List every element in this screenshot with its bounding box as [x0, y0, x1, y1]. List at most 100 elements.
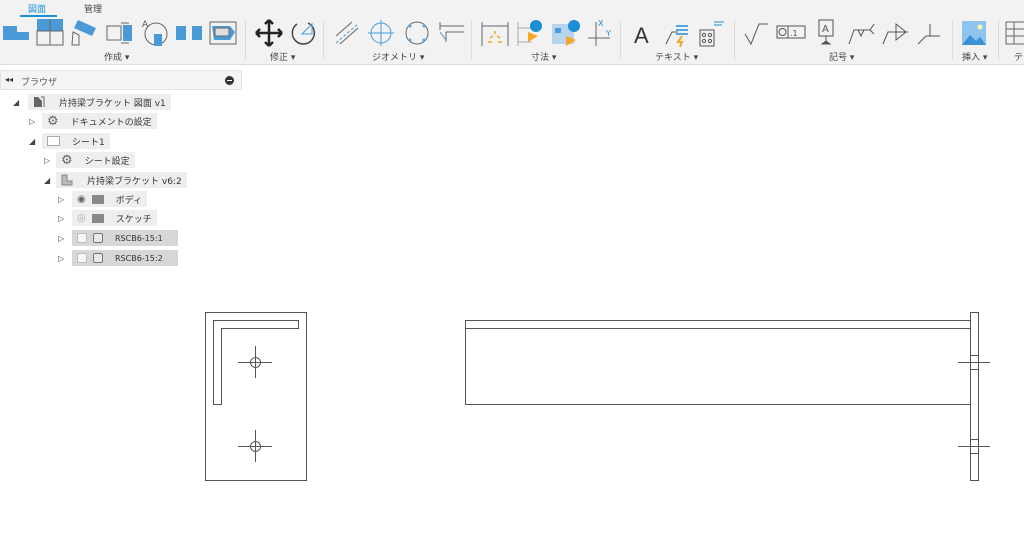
collapsed-triangle-icon[interactable]: ▷ — [58, 234, 64, 243]
separator — [998, 20, 999, 60]
feature-control-frame-icon[interactable]: .1 — [776, 18, 806, 48]
component-icon — [61, 174, 73, 186]
tree-item-body-2[interactable]: RSCB6-15:2 — [72, 250, 178, 266]
auxiliary-view-icon[interactable] — [70, 18, 100, 48]
active-tab-indicator — [20, 15, 57, 17]
tree-item-sheet1[interactable]: シート1 — [42, 133, 110, 149]
center-mark-icon[interactable] — [366, 18, 396, 48]
tree-item-label: 片持梁ブラケット 図面 v1 — [59, 98, 166, 109]
surface-texture-icon[interactable] — [742, 18, 772, 48]
centerline-icon[interactable] — [332, 18, 362, 48]
eye-icon[interactable]: ◉ — [77, 194, 86, 205]
group-dimension[interactable]: 寸法 ▾ — [531, 50, 556, 63]
break-view-icon[interactable] — [174, 18, 204, 48]
tree-item-label: 片持梁ブラケット v6:2 — [87, 176, 182, 187]
text-icon[interactable]: A — [628, 18, 658, 48]
visibility-checkbox[interactable] — [77, 233, 87, 243]
collapsed-triangle-icon[interactable]: ▷ — [58, 214, 64, 223]
visibility-checkbox[interactable] — [77, 253, 87, 263]
front-view — [465, 312, 990, 481]
dimension-icon[interactable] — [480, 18, 510, 48]
body-icon — [93, 253, 103, 263]
collapsed-triangle-icon[interactable]: ▷ — [44, 156, 50, 165]
end-plate — [970, 312, 979, 481]
collapsed-triangle-icon[interactable]: ▷ — [58, 254, 64, 263]
table-icon[interactable] — [1004, 18, 1024, 48]
bolt-hole-1 — [958, 355, 990, 370]
gear-icon: ⚙ — [47, 113, 59, 129]
group-geometry[interactable]: ジオメトリ ▾ — [372, 50, 424, 63]
tree-item-drawing[interactable]: 片持梁ブラケット 図面 v1 — [28, 94, 171, 110]
collapsed-triangle-icon[interactable]: ▷ — [29, 117, 35, 126]
tree-item-body-1[interactable]: RSCB6-15:1 — [72, 230, 178, 246]
edge-extension-icon[interactable] — [436, 18, 466, 48]
tree-item-sketches[interactable]: ◎ スケッチ — [72, 210, 157, 226]
drawing-icon — [34, 96, 45, 107]
plate-outline — [205, 312, 307, 481]
edge-symbol-icon[interactable] — [914, 18, 944, 48]
collapsed-triangle-icon[interactable]: ▷ — [58, 195, 64, 204]
separator — [323, 20, 324, 60]
tree-item-document-settings[interactable]: ⚙ ドキュメントの設定 — [42, 113, 157, 129]
tree-item-label: シート1 — [72, 137, 105, 148]
hole-center-mark-2 — [238, 430, 272, 462]
detail-view-icon[interactable]: A — [140, 18, 170, 48]
svg-text:A: A — [142, 20, 149, 30]
tree-item-component[interactable]: 片持梁ブラケット v6:2 — [56, 172, 187, 188]
welding-symbol-icon[interactable] — [846, 18, 876, 48]
group-table[interactable]: テ — [1014, 50, 1023, 63]
group-symbol[interactable]: 記号 ▾ — [829, 50, 854, 63]
tree-item-label: RSCB6-15:2 — [115, 253, 163, 263]
tree-item-bodies[interactable]: ◉ ボディ — [72, 191, 148, 207]
angle-section — [213, 320, 299, 405]
arrange-dimensions-icon[interactable] — [550, 18, 580, 48]
tree-item-sheet-settings[interactable]: ⚙ シート設定 — [56, 152, 135, 168]
group-modify[interactable]: 修正 ▾ — [270, 50, 295, 63]
rotate-icon[interactable] — [288, 18, 318, 48]
tab-manage[interactable]: 管理 — [84, 2, 102, 15]
svg-text:X: X — [598, 19, 604, 28]
minus-circle-icon[interactable] — [225, 76, 234, 85]
expand-triangle-icon[interactable]: ◢ — [13, 98, 19, 107]
hole-center-mark-1 — [238, 346, 272, 378]
double-chevron-left-icon[interactable]: ◂◂ — [5, 75, 13, 84]
svg-text:Y: Y — [605, 29, 611, 38]
projected-view-icon[interactable] — [36, 18, 66, 48]
ordinate-dimension-icon[interactable]: XY — [584, 18, 614, 48]
move-icon[interactable] — [254, 18, 284, 48]
body-icon — [93, 233, 103, 243]
base-view-icon[interactable] — [2, 18, 32, 48]
tab-drawing[interactable]: 図面 — [28, 2, 46, 15]
tree-item-label: ドキュメントの設定 — [70, 117, 152, 128]
leader-text-icon[interactable] — [662, 18, 692, 48]
taper-symbol-icon[interactable] — [880, 18, 910, 48]
folder-icon — [91, 213, 104, 223]
beam-outline — [465, 320, 971, 405]
separator — [471, 20, 472, 60]
group-insert[interactable]: 挿入 ▾ — [962, 50, 987, 63]
tree-item-label: RSCB6-15:1 — [115, 233, 163, 243]
datum-identifier-icon[interactable]: A — [812, 18, 842, 48]
sheet-icon — [47, 136, 60, 146]
expand-triangle-icon[interactable]: ◢ — [29, 137, 35, 146]
hole-note-icon[interactable] — [696, 18, 726, 48]
expand-triangle-icon[interactable]: ◢ — [44, 176, 50, 185]
folder-icon — [91, 194, 104, 204]
browser-title: ブラウザ — [21, 78, 58, 88]
separator — [245, 20, 246, 60]
tree-item-label: ボディ — [115, 195, 143, 206]
separator — [734, 20, 735, 60]
baseline-dimension-icon[interactable] — [514, 18, 544, 48]
group-text[interactable]: テキスト ▾ — [655, 50, 698, 63]
insert-image-icon[interactable] — [960, 18, 990, 48]
svg-text:A: A — [822, 24, 829, 35]
svg-text:.1: .1 — [790, 29, 798, 38]
center-mark-pattern-icon[interactable] — [402, 18, 432, 48]
break-out-view-icon[interactable] — [208, 18, 238, 48]
toolbar: 図面 管理 A 作成 ▾ 修正 ▾ ジオメトリ ▾ XY 寸法 ▾ A テキスト… — [0, 0, 1024, 65]
side-view — [205, 312, 307, 481]
section-view-icon[interactable] — [104, 18, 134, 48]
separator — [952, 20, 953, 60]
eye-hidden-icon[interactable]: ◎ — [77, 213, 86, 224]
group-create[interactable]: 作成 ▾ — [104, 50, 129, 63]
